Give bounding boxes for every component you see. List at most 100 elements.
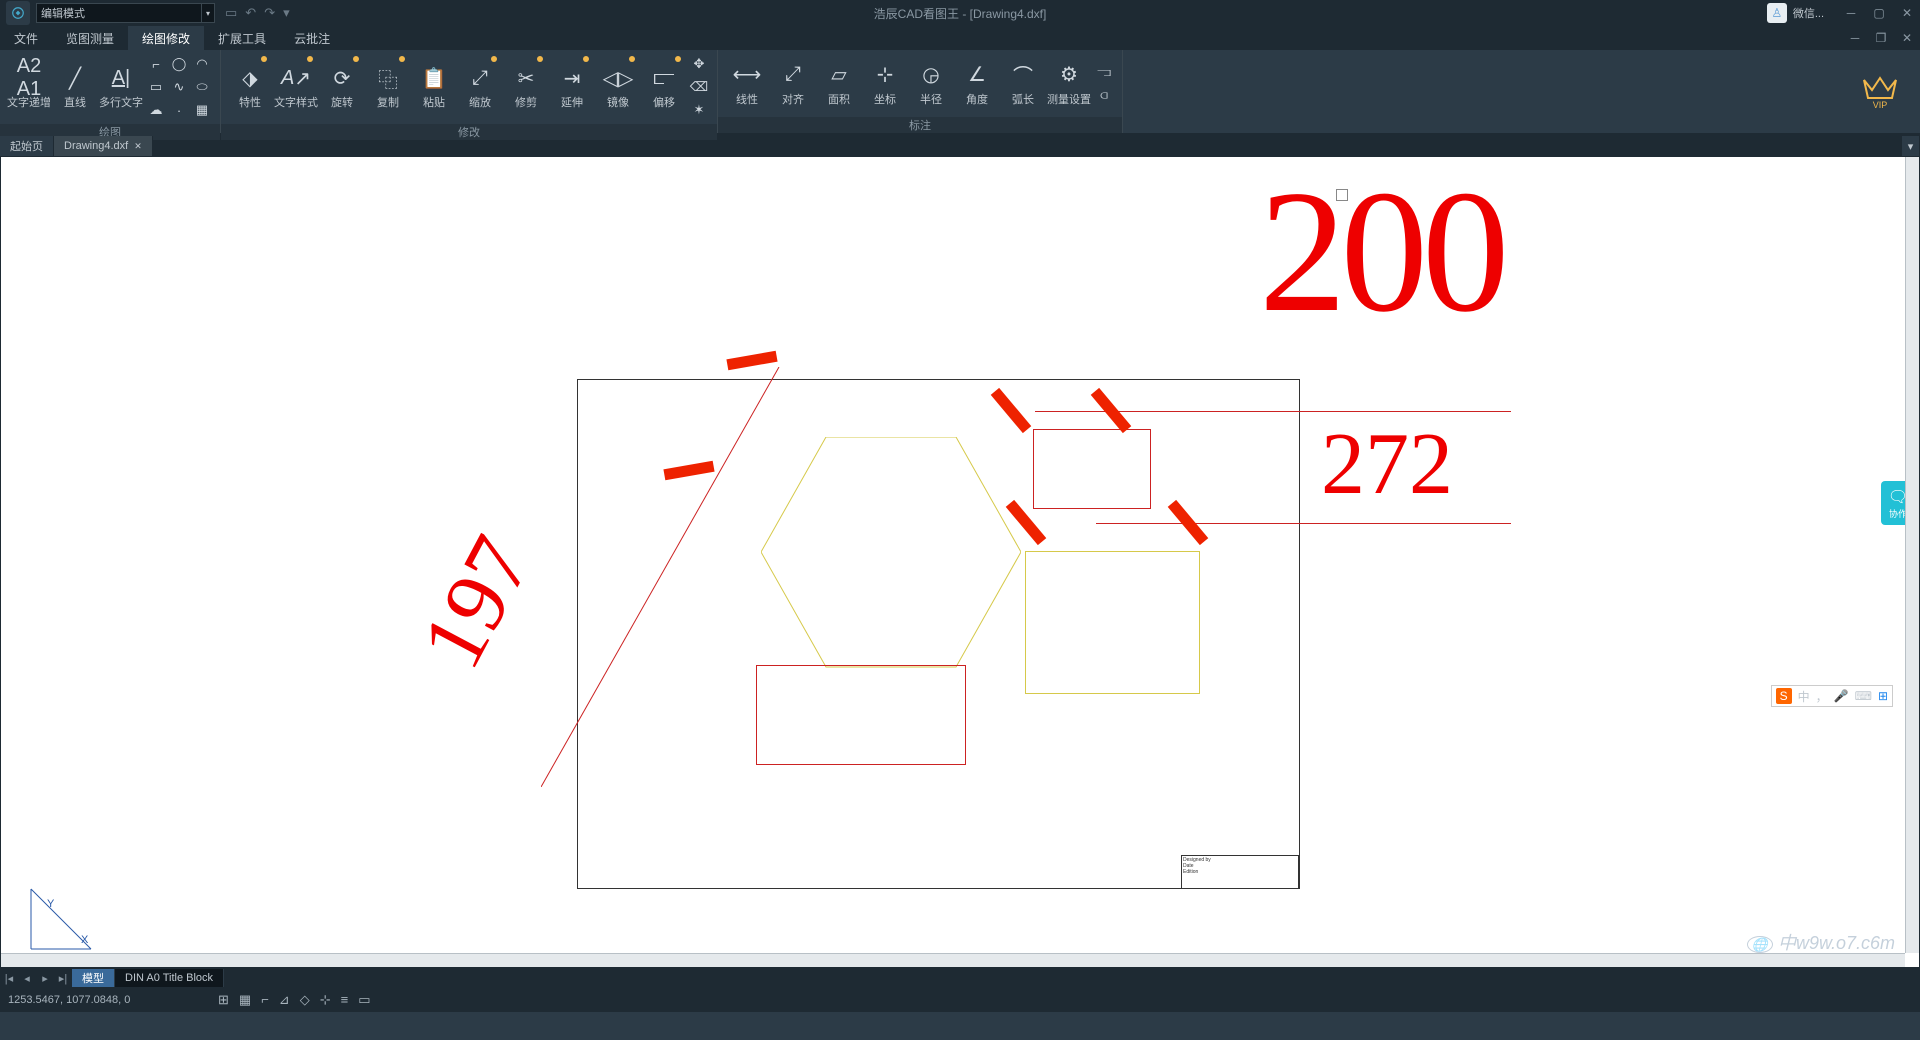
explode-icon[interactable]: ✶ (689, 100, 709, 120)
extend-button[interactable]: ⇥延伸 (549, 56, 595, 118)
tab-drawing[interactable]: Drawing4.dxf✕ (54, 136, 153, 156)
inner-restore-button[interactable]: ❐ (1868, 27, 1894, 49)
paste-button[interactable]: 📋粘贴 (411, 56, 457, 118)
point-icon[interactable]: · (169, 100, 189, 120)
wechat-label[interactable]: 微信... (1793, 5, 1824, 21)
tab-start[interactable]: 起始页 (0, 136, 54, 156)
menu-edit[interactable]: 绘图修改 (128, 26, 204, 50)
angle-button[interactable]: ∠角度 (954, 53, 1000, 115)
move-icon[interactable]: ✥ (689, 54, 709, 74)
hatch-icon[interactable]: ▦ (192, 100, 212, 120)
trim-button[interactable]: ✂修剪 (503, 56, 549, 118)
trim-icon: ✂ (512, 64, 540, 92)
watermark: 🌐 中w9w.o7.c6m (1747, 929, 1895, 955)
nav-first-icon[interactable]: |◂ (0, 972, 18, 985)
rect-upper (1033, 429, 1151, 509)
mode-select[interactable] (36, 3, 202, 23)
tab-close-icon[interactable]: ✕ (134, 141, 142, 152)
menu-view[interactable]: 览图测量 (52, 26, 128, 50)
lineweight-icon[interactable]: ≡ (341, 992, 349, 1008)
ime-toolbar[interactable]: S 中 ， 🎤 ⌨ ⊞ (1771, 685, 1893, 707)
qat-open-icon[interactable]: ▭ (225, 5, 237, 21)
menu-bar: 文件 览图测量 绘图修改 扩展工具 云批注 ─ ❐ ✕ (0, 26, 1920, 50)
linear-button[interactable]: ⟷线性 (724, 53, 770, 115)
qat-redo-icon[interactable]: ↷ (264, 5, 275, 21)
dyn-icon[interactable]: ▭ (358, 992, 370, 1008)
ime-keyboard-icon[interactable]: ⌨ (1855, 689, 1872, 703)
ime-zh[interactable]: 中 (1798, 688, 1810, 705)
svg-text:X: X (81, 934, 89, 946)
erase-icon[interactable]: ⌫ (689, 77, 709, 97)
rotate-button[interactable]: ⟳旋转 (319, 56, 365, 118)
text-increment-button[interactable]: A2A1文字递增 (6, 56, 52, 118)
ime-punct-icon[interactable]: ， (1816, 688, 1828, 705)
svg-text:Y: Y (47, 898, 55, 910)
dim-200: 200 (1259, 151, 1504, 352)
vertical-scrollbar[interactable] (1905, 157, 1919, 953)
offset-button[interactable]: ⫍偏移 (641, 56, 687, 118)
mode-dropdown-icon[interactable]: ▾ (201, 3, 215, 23)
arc-icon[interactable]: ◠ (192, 54, 212, 74)
spline-icon[interactable]: ∿ (169, 77, 189, 97)
status-toggles: ⊞ ▦ ⌐ ⊿ ◇ ⊹ ≡ ▭ (218, 992, 371, 1008)
polyline-icon[interactable]: ⌐ (146, 54, 166, 74)
inner-close-button[interactable]: ✕ (1894, 27, 1920, 49)
ellipse-icon[interactable]: ⬭ (192, 77, 212, 97)
snap-icon[interactable]: ▦ (239, 992, 251, 1008)
drawing-area[interactable]: Designed byDateEdition 200 272 197 Y X 🗨… (0, 156, 1920, 968)
shape-flyout: ⌐◯◠ ▭∿⬭ ☁·▦ (144, 52, 214, 122)
qat-more-icon[interactable]: ▾ (283, 5, 290, 21)
circle-icon[interactable]: ◯ (169, 54, 189, 74)
group-dim-label: 标注 (718, 117, 1122, 133)
menu-expand[interactable]: 扩展工具 (204, 26, 280, 50)
ime-menu-icon[interactable]: ⊞ (1878, 689, 1888, 703)
area-button[interactable]: ▱面积 (816, 53, 862, 115)
qat-undo-icon[interactable]: ↶ (245, 5, 256, 21)
coord-button[interactable]: ⊹坐标 (862, 53, 908, 115)
dim-272-line-bot (1096, 523, 1511, 524)
ribbon-group-draw: A2A1文字递增 ╱直线 A|多行文字 ⌐◯◠ ▭∿⬭ ☁·▦ 绘图 (0, 50, 221, 133)
mirror-button[interactable]: ◁▷镜像 (595, 56, 641, 118)
tab-layout[interactable]: DIN A0 Title Block (115, 969, 224, 987)
vip-badge[interactable]: VIP (1840, 50, 1920, 133)
arclen-button[interactable]: ⌒弧长 (1000, 53, 1046, 115)
ime-mic-icon[interactable]: 🎤 (1834, 689, 1849, 703)
tab-list-icon[interactable]: ▾ (1902, 136, 1920, 156)
horizontal-scrollbar[interactable] (1, 953, 1905, 967)
textstyle-button[interactable]: A↗文字样式 (273, 56, 319, 118)
close-button[interactable]: ✕ (1894, 2, 1920, 24)
dimcont-icon[interactable]: ⫎ (1094, 62, 1114, 82)
dimbase-icon[interactable]: ⫏ (1094, 85, 1114, 105)
nav-last-icon[interactable]: ▸| (54, 972, 72, 985)
quick-access-toolbar: ▭ ↶ ↷ ▾ (225, 5, 290, 21)
snap-grid-icon[interactable]: ⊞ (218, 992, 229, 1008)
line-button[interactable]: ╱直线 (52, 56, 98, 118)
props-button[interactable]: ⬗特性 (227, 56, 273, 118)
radius-button[interactable]: ◶半径 (908, 53, 954, 115)
osnap-icon[interactable]: ◇ (300, 992, 310, 1008)
otrack-icon[interactable]: ⊹ (320, 992, 331, 1008)
minimize-button[interactable]: ─ (1838, 2, 1864, 24)
copy-button[interactable]: ⿻复制 (365, 56, 411, 118)
mtext-button[interactable]: A|多行文字 (98, 56, 144, 118)
polar-icon[interactable]: ⊿ (279, 992, 290, 1008)
area-icon: ▱ (825, 61, 853, 89)
dim-272: 272 (1321, 414, 1453, 515)
menu-file[interactable]: 文件 (0, 26, 52, 50)
tab-model[interactable]: 模型 (72, 969, 115, 987)
menu-cloud[interactable]: 云批注 (280, 26, 344, 50)
ortho-icon[interactable]: ⌐ (261, 992, 269, 1008)
scale-button[interactable]: ⤢缩放 (457, 56, 503, 118)
paste-icon: 📋 (420, 64, 448, 92)
ribbon-group-modify: ⬗特性 A↗文字样式 ⟳旋转 ⿻复制 📋粘贴 ⤢缩放 ✂修剪 ⇥延伸 ◁▷镜像 … (221, 50, 718, 133)
revcloud-icon[interactable]: ☁ (146, 100, 166, 120)
user-avatar-icon[interactable]: ♙ (1767, 3, 1787, 23)
aligned-button[interactable]: ⤢对齐 (770, 53, 816, 115)
maximize-button[interactable]: ▢ (1866, 2, 1892, 24)
measure-set-button[interactable]: ⚙测量设置 (1046, 53, 1092, 115)
rect-icon[interactable]: ▭ (146, 77, 166, 97)
nav-next-icon[interactable]: ▸ (36, 972, 54, 985)
inner-minimize-button[interactable]: ─ (1842, 27, 1868, 49)
mtext-icon: A| (107, 64, 135, 92)
nav-prev-icon[interactable]: ◂ (18, 972, 36, 985)
